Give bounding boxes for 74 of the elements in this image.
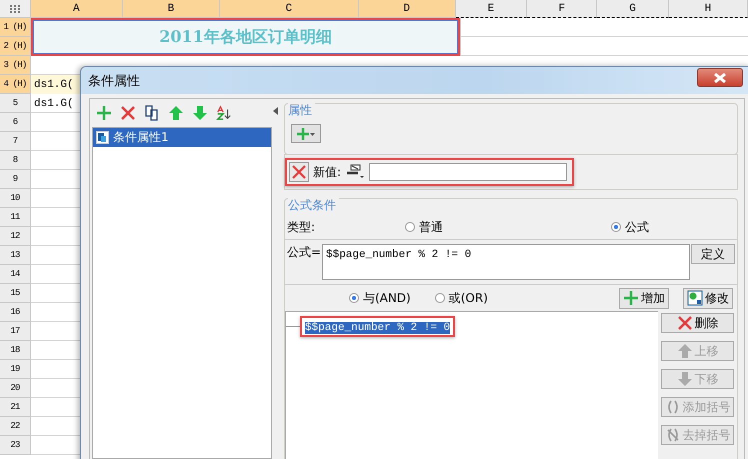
radio-option[interactable]: 普通 [404, 218, 443, 236]
expression-item[interactable]: $$page_number % 2 != 0 [304, 322, 450, 334]
row-header[interactable]: 1 (H) [0, 18, 31, 37]
row-header[interactable]: 7 [0, 132, 31, 151]
delete-icon [676, 315, 692, 331]
radio-option[interactable]: 与(AND) [348, 290, 411, 306]
column-header[interactable]: H [668, 0, 748, 18]
column-header[interactable]: E [456, 0, 528, 18]
row-header[interactable]: 16 [0, 303, 31, 322]
input-field[interactable] [368, 163, 567, 181]
title-cell: 2011年各地区订单明细 [31, 18, 460, 56]
row-header[interactable]: 18 [0, 341, 31, 360]
add-icon [296, 126, 315, 140]
up-arrow-icon[interactable] [168, 105, 184, 121]
text-type-icon[interactable] [344, 164, 365, 180]
row-header[interactable]: 15 [0, 284, 31, 303]
row-header[interactable]: 12 [0, 227, 31, 246]
table-cell: ds1.G( [34, 78, 74, 90]
group-label: 属性 [288, 102, 315, 119]
formula-field[interactable]: $$page_number % 2 != 0 [322, 244, 690, 280]
row-header[interactable]: 9 [0, 170, 31, 189]
row-header[interactable]: 22 [0, 417, 31, 436]
down-arrow-icon [676, 371, 692, 387]
define-button[interactable]: 定义 [691, 244, 735, 264]
radio-option[interactable]: 公式 [610, 218, 649, 236]
add-icon [623, 290, 639, 306]
parentheses-remove-icon [664, 427, 680, 443]
close-button[interactable] [697, 68, 743, 87]
row-header[interactable]: 8 [0, 151, 31, 170]
document-icon [96, 131, 109, 144]
row-header[interactable]: 14 [0, 265, 31, 284]
add-button[interactable]: 增加 [619, 288, 669, 308]
row-header[interactable]: 10 [0, 189, 31, 208]
field-label: 类型: [286, 218, 315, 236]
add-icon[interactable] [96, 105, 112, 121]
select-all-corner[interactable] [0, 0, 31, 18]
field-label: 新值: [312, 164, 341, 180]
remove-button[interactable] [288, 162, 309, 182]
copy-icon[interactable] [144, 105, 160, 121]
sort-icon[interactable] [216, 105, 232, 121]
row-header[interactable]: 17 [0, 322, 31, 341]
group-label: 公式条件 [288, 197, 339, 214]
window-title: 条件属性 [88, 72, 140, 90]
column-header[interactable]: C [220, 0, 359, 18]
list-item[interactable]: 条件属性1 [93, 128, 271, 147]
table-cell: ds1.G( [34, 98, 74, 110]
grid-icon [10, 4, 20, 12]
action-button[interactable]: 删除 [661, 313, 734, 333]
row-header[interactable]: 6 [0, 113, 31, 132]
down-arrow-icon[interactable] [192, 105, 208, 121]
row-header[interactable]: 4 (H) [0, 75, 31, 94]
row-header[interactable]: 23 [0, 436, 31, 455]
row-header[interactable]: 21 [0, 398, 31, 417]
up-arrow-icon [676, 343, 692, 359]
row-header[interactable]: 3 (H) [0, 56, 31, 75]
row-header[interactable]: 5 [0, 94, 31, 113]
modify-button[interactable]: 修改 [683, 288, 733, 308]
row-header[interactable]: 11 [0, 208, 31, 227]
field-label: 公式= [286, 244, 321, 261]
row-header[interactable]: 2 (H) [0, 37, 31, 56]
radio-option[interactable]: 或(OR) [434, 290, 488, 306]
close-icon [713, 72, 727, 82]
delete-icon[interactable] [120, 105, 136, 121]
row-header[interactable]: 13 [0, 246, 31, 265]
add-dropdown-button[interactable] [290, 124, 321, 143]
row-header[interactable]: 19 [0, 360, 31, 379]
collapse-arrow-icon[interactable] [273, 107, 278, 115]
row-header[interactable]: 20 [0, 379, 31, 398]
column-header[interactable]: B [122, 0, 220, 18]
delete-icon [292, 165, 306, 179]
column-header[interactable]: F [527, 0, 598, 18]
column-header[interactable]: G [597, 0, 669, 18]
column-header[interactable]: A [30, 0, 123, 18]
column-header[interactable]: D [358, 0, 456, 18]
